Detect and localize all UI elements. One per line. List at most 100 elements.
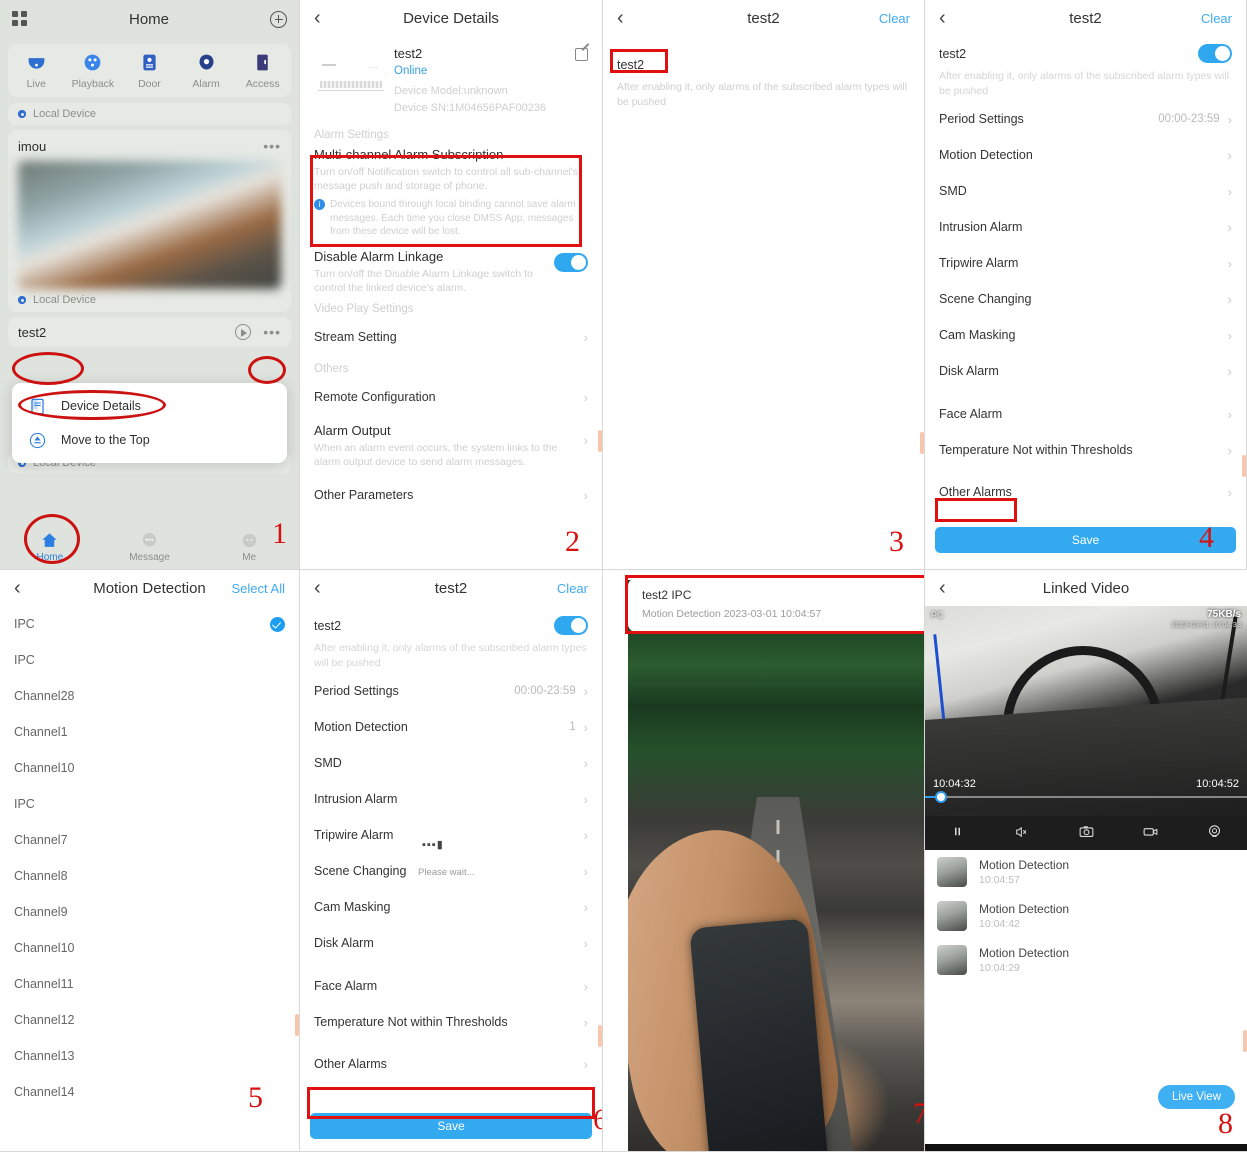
save-button[interactable]: Save <box>310 1113 592 1139</box>
scroll-indicator[interactable] <box>598 430 602 452</box>
row-motion-detection[interactable]: Motion Detection 1 › <box>300 709 602 745</box>
clear-button[interactable]: Clear <box>879 11 910 26</box>
seek-track[interactable] <box>925 796 1247 798</box>
row-disk-alarm[interactable]: Disk Alarm › <box>925 353 1246 389</box>
menu-item-label: Device Details <box>61 399 141 413</box>
row-intrusion-alarm[interactable]: Intrusion Alarm › <box>925 209 1246 245</box>
list-item[interactable]: IPC <box>0 606 299 642</box>
ellipsis-icon[interactable]: ••• <box>263 138 281 154</box>
list-item[interactable]: Motion Detection 10:04:29 <box>925 938 1247 982</box>
scroll-indicator[interactable] <box>1242 455 1246 477</box>
video-timestamp: 2023-03-01 10:04:33 <box>1171 620 1241 629</box>
live-view-button[interactable]: Live View <box>1157 1085 1235 1109</box>
snapshot-icon[interactable] <box>1054 823 1118 843</box>
clear-button[interactable]: Clear <box>557 581 588 596</box>
save-button[interactable]: Save <box>935 527 1236 553</box>
list-item[interactable]: Channel1 <box>0 714 299 750</box>
row-other-parameters[interactable]: Other Parameters › <box>300 477 602 513</box>
list-item[interactable]: Motion Detection 10:04:57 <box>925 850 1247 894</box>
multi-channel-alarm-subscription[interactable]: Multi-channel Alarm Subscription Turn on… <box>300 145 602 243</box>
scroll-indicator[interactable] <box>920 432 924 454</box>
back-icon[interactable]: ‹ <box>314 7 340 30</box>
list-item[interactable]: Channel12 <box>0 1002 299 1038</box>
record-icon[interactable] <box>1118 823 1182 843</box>
row-stream-setting[interactable]: Stream Setting › <box>300 319 602 355</box>
row-period-settings[interactable]: Period Settings 00:00-23:59 › <box>300 673 602 709</box>
edit-icon[interactable] <box>575 48 588 61</box>
row-cam-masking[interactable]: Cam Masking › <box>300 889 602 925</box>
scroll-indicator[interactable] <box>598 1025 602 1047</box>
row-scene-changing[interactable]: Scene Changing › <box>925 281 1246 317</box>
back-icon[interactable]: ‹ <box>617 7 643 30</box>
quick-action-access[interactable]: Access <box>234 52 291 90</box>
list-item[interactable]: Channel13 <box>0 1038 299 1074</box>
play-circle-icon[interactable] <box>235 324 252 340</box>
list-item[interactable]: Channel10 <box>0 930 299 966</box>
quick-action-door[interactable]: Door <box>121 52 178 90</box>
quick-action-playback[interactable]: Playback <box>65 52 122 90</box>
row-temperature-thresholds[interactable]: Temperature Not within Thresholds › <box>300 1004 602 1040</box>
scroll-indicator[interactable] <box>295 1014 299 1036</box>
row-tripwire-alarm[interactable]: Tripwire Alarm › <box>925 245 1246 281</box>
mute-icon[interactable] <box>989 824 1053 843</box>
tab-home[interactable]: Home <box>0 531 100 563</box>
disable-linkage-toggle[interactable] <box>554 252 588 272</box>
row-period-settings[interactable]: Period Settings 00:00-23:59 › <box>925 101 1246 137</box>
back-icon[interactable]: ‹ <box>939 577 965 600</box>
row-other-alarms[interactable]: Other Alarms › <box>925 474 1246 510</box>
row-temperature-thresholds[interactable]: Temperature Not within Thresholds › <box>925 432 1246 468</box>
back-icon[interactable]: ‹ <box>314 577 340 600</box>
list-item[interactable]: Channel28 <box>0 678 299 714</box>
subscription-toggle[interactable] <box>1198 44 1232 63</box>
subscription-toggle[interactable] <box>554 616 588 635</box>
alarm-notification-card[interactable]: test2 IPC Motion Detection 2023-03-01 10… <box>628 578 924 632</box>
row-label: Tripwire Alarm <box>314 828 394 843</box>
chevron-right-icon: › <box>583 329 588 345</box>
list-item[interactable]: IPC <box>0 786 299 822</box>
list-item[interactable]: IPC <box>0 642 299 678</box>
tab-message[interactable]: Message <box>100 531 200 563</box>
row-motion-detection[interactable]: Motion Detection › <box>925 137 1246 173</box>
list-item[interactable]: Channel10 <box>0 750 299 786</box>
menu-item-device-details[interactable]: Device Details <box>12 389 287 423</box>
panel-motion-detection-channels: ‹ Motion Detection Select All IPC IPC Ch… <box>0 570 300 1152</box>
plus-circle-icon[interactable] <box>270 10 287 28</box>
quick-action-live[interactable]: Live <box>8 52 65 90</box>
quick-action-label: Playback <box>71 78 115 90</box>
ellipsis-icon[interactable]: ••• <box>263 324 281 340</box>
seek-knob[interactable] <box>934 791 947 803</box>
back-icon[interactable]: ‹ <box>939 7 965 30</box>
list-item[interactable]: Channel7 <box>0 822 299 858</box>
row-alarm-output[interactable]: Alarm Output When an alarm event occurs,… <box>300 415 602 469</box>
select-all-button[interactable]: Select All <box>232 581 285 596</box>
pause-icon[interactable] <box>925 824 989 842</box>
row-other-alarms[interactable]: Other Alarms › <box>300 1046 602 1082</box>
back-icon[interactable]: ‹ <box>14 577 40 600</box>
menu-item-move-to-top[interactable]: Move to the Top <box>12 423 287 457</box>
device-card-imou[interactable]: imou ••• Local Device <box>8 130 291 312</box>
clear-button[interactable]: Clear <box>1201 11 1232 26</box>
scroll-indicator[interactable] <box>1243 1030 1247 1052</box>
quick-action-alarm[interactable]: Alarm <box>178 52 235 90</box>
device-thumbnail[interactable] <box>18 161 281 289</box>
row-disk-alarm[interactable]: Disk Alarm › <box>300 925 602 961</box>
list-item[interactable]: Channel11 <box>0 966 299 1002</box>
row-cam-masking[interactable]: Cam Masking › <box>925 317 1246 353</box>
ptz-icon[interactable] <box>1183 823 1247 843</box>
grid-icon[interactable] <box>12 11 28 27</box>
row-face-alarm[interactable]: Face Alarm › <box>925 396 1246 432</box>
check-icon[interactable] <box>270 616 285 632</box>
device-row-test2[interactable]: test2 ••• <box>8 317 291 347</box>
list-item[interactable]: Channel8 <box>0 858 299 894</box>
video-player[interactable]: PC 75KB/s 2023-03-01 10:04:33 10:04:32 1… <box>925 606 1247 816</box>
row-smd[interactable]: SMD › <box>925 173 1246 209</box>
row-face-alarm[interactable]: Face Alarm › <box>300 968 602 1004</box>
alarm-photo[interactable] <box>628 580 924 1151</box>
row-tripwire-alarm[interactable]: Tripwire Alarm › <box>300 817 602 853</box>
disable-alarm-linkage[interactable]: Disable Alarm Linkage Turn on/off the Di… <box>300 247 602 295</box>
row-remote-configuration[interactable]: Remote Configuration › <box>300 379 602 415</box>
row-intrusion-alarm[interactable]: Intrusion Alarm › <box>300 781 602 817</box>
list-item[interactable]: Channel9 <box>0 894 299 930</box>
list-item[interactable]: Motion Detection 10:04:42 <box>925 894 1247 938</box>
row-smd[interactable]: SMD › <box>300 745 602 781</box>
